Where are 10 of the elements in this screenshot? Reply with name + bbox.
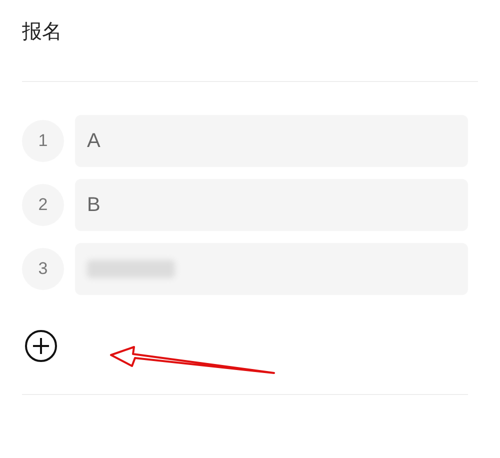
option-field[interactable] — [75, 243, 468, 295]
option-text: B — [87, 193, 100, 218]
form-title: 报名 — [22, 18, 63, 45]
add-option-icon[interactable] — [24, 329, 58, 363]
option-field[interactable]: A — [75, 115, 468, 167]
option-number: 2 — [22, 184, 64, 226]
option-field[interactable]: B — [75, 179, 468, 231]
option-number: 1 — [22, 120, 64, 162]
option-number: 3 — [22, 248, 64, 290]
option-text: A — [87, 129, 100, 154]
